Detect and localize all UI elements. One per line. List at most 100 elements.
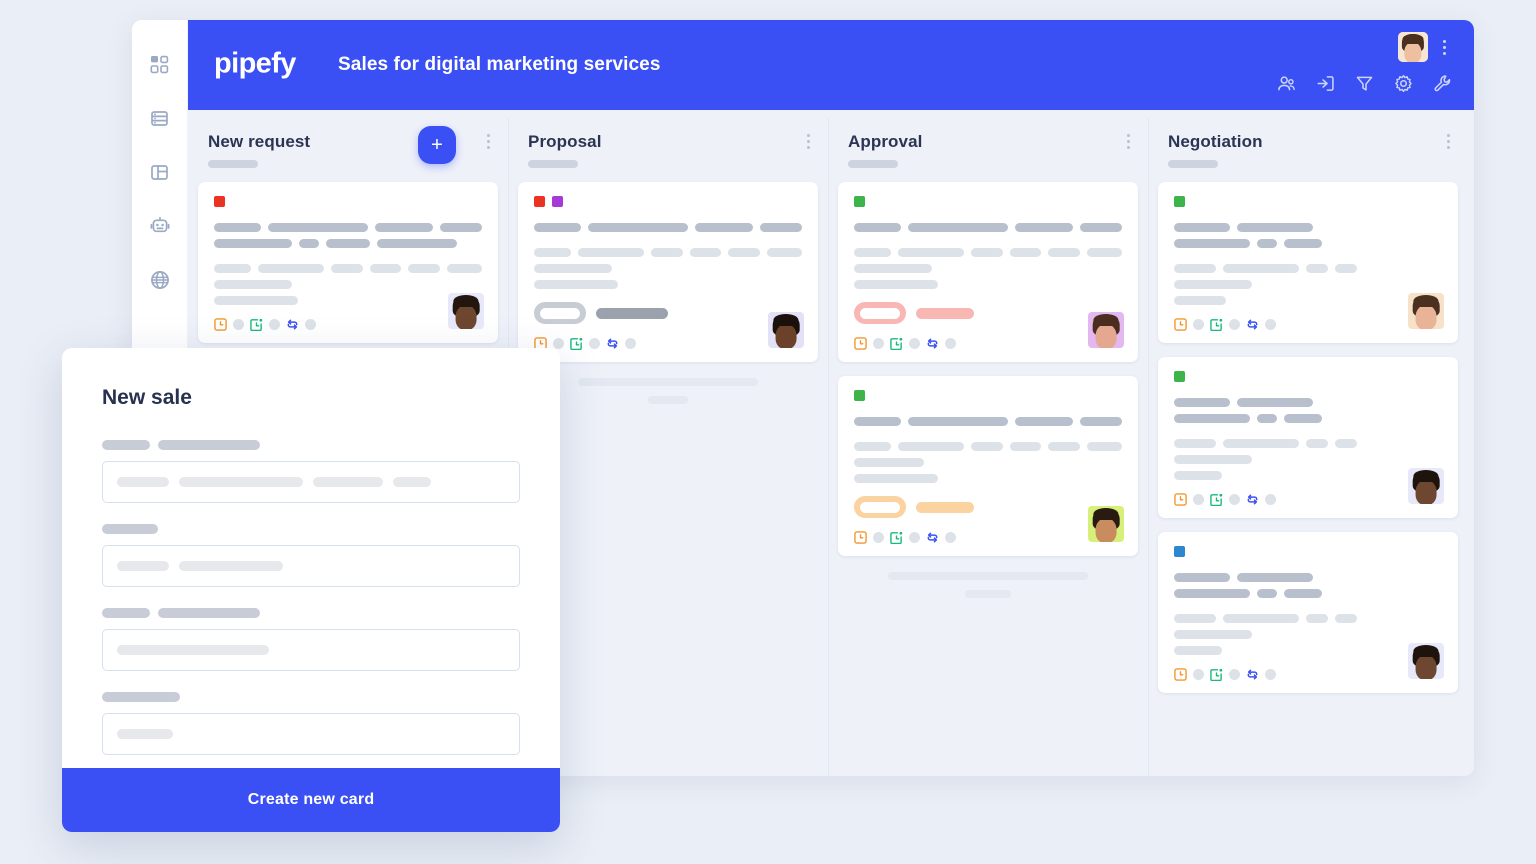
wrench-icon[interactable] (1433, 74, 1452, 93)
globe-icon[interactable] (146, 266, 174, 294)
import-icon[interactable] (1316, 74, 1335, 93)
connected-cards-icon[interactable] (1246, 318, 1259, 331)
card-text-line (1174, 614, 1442, 623)
card-text-segment (1223, 614, 1299, 623)
modal-field-input[interactable] (102, 713, 520, 755)
column-more-menu[interactable] (807, 134, 810, 149)
column-subtitle-placeholder (848, 160, 898, 168)
column-header: Negotiation (1158, 110, 1458, 182)
card-assignee-avatar[interactable] (1408, 293, 1444, 329)
card-tags (1174, 546, 1442, 557)
column-header: Proposal (518, 110, 818, 182)
card-assignee-avatar[interactable] (1088, 312, 1124, 348)
create-new-card-button[interactable]: Create new card (62, 768, 560, 832)
database-icon[interactable] (146, 104, 174, 132)
layout-icon[interactable] (146, 158, 174, 186)
new-sale-modal: New sale Create new card (62, 348, 560, 832)
card-tags (854, 390, 1122, 401)
checklist-calendar-icon[interactable] (1210, 493, 1223, 506)
dashboard-icon[interactable] (146, 50, 174, 78)
screen: pipefy Sales for digital marketing servi… (0, 0, 1536, 864)
connected-cards-icon[interactable] (286, 318, 299, 331)
card-text-segment (1174, 264, 1216, 273)
modal-field-4 (102, 692, 520, 755)
value-segment (117, 729, 173, 739)
due-date-clock-icon[interactable] (1174, 493, 1187, 506)
card-text-segment (1174, 471, 1222, 480)
card[interactable] (1158, 357, 1458, 518)
due-date-clock-icon[interactable] (214, 318, 227, 331)
pipefy-logo[interactable]: pipefy (214, 49, 296, 79)
card[interactable] (518, 182, 818, 362)
card-text-segment (267, 223, 368, 232)
members-icon[interactable] (1277, 74, 1296, 93)
checklist-calendar-icon[interactable] (1210, 318, 1223, 331)
checklist-calendar-icon[interactable] (1210, 668, 1223, 681)
due-date-clock-icon[interactable] (854, 337, 867, 350)
card-text-segment (446, 264, 482, 273)
modal-field-input[interactable] (102, 461, 520, 503)
card-assignee-avatar[interactable] (448, 293, 484, 329)
due-date-clock-icon[interactable] (1174, 668, 1187, 681)
connected-cards-icon[interactable] (926, 337, 939, 350)
due-date-clock-icon[interactable] (854, 531, 867, 544)
card-text-line (1174, 471, 1442, 480)
card[interactable] (1158, 532, 1458, 693)
automation-robot-icon[interactable] (146, 212, 174, 240)
card-text-segment (587, 223, 688, 232)
card-footer-icons (1174, 318, 1442, 331)
card-text-segment (1237, 398, 1313, 407)
column-more-menu[interactable] (487, 134, 490, 149)
top-bar-actions (1277, 74, 1452, 93)
card-text-segment (1174, 646, 1222, 655)
avatar-hair-top (1413, 295, 1439, 308)
avatar-hair-top (1093, 508, 1119, 521)
checklist-calendar-icon[interactable] (250, 318, 263, 331)
card-text-segment (1257, 414, 1277, 423)
card-tag (1174, 371, 1185, 382)
card-tag (854, 390, 865, 401)
column-more-menu[interactable] (1127, 134, 1130, 149)
filter-icon[interactable] (1355, 74, 1374, 93)
settings-gear-icon[interactable] (1394, 74, 1413, 93)
avatar[interactable] (1398, 32, 1428, 62)
checklist-calendar-icon[interactable] (890, 531, 903, 544)
top-bar-more-menu[interactable] (1436, 37, 1452, 57)
card-assignee-avatar[interactable] (1408, 468, 1444, 504)
card-text-line (854, 442, 1122, 451)
card[interactable] (838, 182, 1138, 362)
card-tag (1174, 546, 1185, 557)
avatar-skin (1095, 518, 1117, 542)
modal-field-input[interactable] (102, 629, 520, 671)
card[interactable] (198, 182, 498, 343)
card-text-segment (534, 264, 612, 273)
card-footer-dot (909, 338, 920, 349)
connected-cards-icon[interactable] (606, 337, 619, 350)
card-status-pill (854, 496, 906, 518)
card-footer-dot (233, 319, 244, 330)
column-more-menu[interactable] (1447, 134, 1450, 149)
modal-field-input[interactable] (102, 545, 520, 587)
connected-cards-icon[interactable] (926, 531, 939, 544)
card-assignee-avatar[interactable] (768, 312, 804, 348)
add-card-button[interactable]: + (418, 126, 456, 164)
card-text-segment (1174, 296, 1226, 305)
card-text-line (214, 296, 482, 305)
card-text-segment (1174, 573, 1230, 582)
card-assignee-avatar[interactable] (1088, 506, 1124, 542)
checklist-calendar-icon[interactable] (890, 337, 903, 350)
due-date-clock-icon[interactable] (1174, 318, 1187, 331)
column-subtitle-placeholder (528, 160, 578, 168)
card-tags (214, 196, 482, 207)
card-text-segment (1306, 439, 1328, 448)
card[interactable] (838, 376, 1138, 556)
card-text-segment (214, 280, 292, 289)
card-assignee-avatar[interactable] (1408, 643, 1444, 679)
connected-cards-icon[interactable] (1246, 493, 1259, 506)
column-subtitle-placeholder (208, 160, 258, 168)
label-segment (102, 608, 150, 618)
checklist-calendar-icon[interactable] (570, 337, 583, 350)
card[interactable] (1158, 182, 1458, 343)
connected-cards-icon[interactable] (1246, 668, 1259, 681)
card-footer-dot (1265, 319, 1276, 330)
